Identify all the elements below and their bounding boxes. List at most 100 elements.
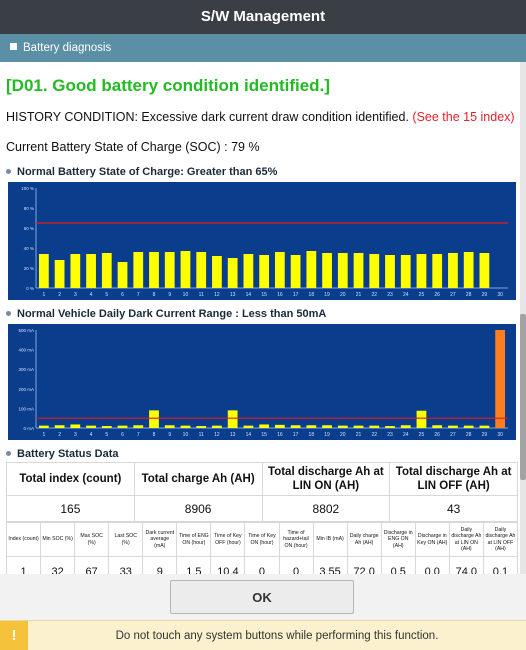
history-index-link[interactable]: (See the 15 index) <box>412 110 514 124</box>
chart-bar <box>290 425 301 428</box>
chart-bar <box>400 255 411 288</box>
chart-bar <box>448 425 458 428</box>
vertical-scrollbar[interactable] <box>520 62 526 574</box>
detail-header-cell: Max SOC (%) <box>74 522 110 557</box>
summary-value-row: 165 8906 8802 43 <box>6 495 518 522</box>
chart-bar <box>400 425 411 428</box>
x-tick-label: 27 <box>450 292 456 298</box>
y-tick-label: 0 % <box>26 286 34 291</box>
chart-bar <box>479 253 490 288</box>
x-tick-label: 17 <box>293 292 299 298</box>
x-tick-label: 20 <box>340 432 346 438</box>
detail-value-cell: 0 <box>244 556 280 574</box>
x-tick-label: 2 <box>58 292 61 298</box>
x-tick-label: 10 <box>183 432 189 438</box>
x-tick-label: 22 <box>371 292 377 298</box>
section-label: Battery diagnosis <box>23 42 112 54</box>
soc-chart-svg: 0 %20 %40 %60 %80 %100 %1 2 3 4 5 6 7 8 9 10 11 12 1… <box>21 186 508 298</box>
chart-bar <box>86 254 96 288</box>
x-tick-label: 5 <box>105 292 108 298</box>
chart-bar <box>196 426 207 428</box>
chart-bar <box>243 254 254 288</box>
chart-bar <box>259 255 270 288</box>
x-tick-label: 26 <box>434 292 440 298</box>
x-tick-label: 8 <box>153 432 156 438</box>
y-tick-label: 60 % <box>24 226 34 231</box>
chart-bar <box>117 425 128 428</box>
chart-bar <box>164 252 175 288</box>
x-tick-label: 25 <box>419 432 425 438</box>
chart-bar <box>385 255 395 288</box>
chart-bar <box>369 425 380 428</box>
chart-bar <box>432 254 443 288</box>
dark-current-chart-title-text: Normal Vehicle Daily Dark Current Range … <box>17 308 327 320</box>
chart-bar <box>70 424 81 428</box>
x-tick-label: 30 <box>497 432 503 438</box>
x-tick-label: 6 <box>121 292 124 298</box>
detail-header-cell: Dark current average (mA) <box>142 522 178 557</box>
detail-header-cell: Time of ENG ON (hour) <box>176 522 212 557</box>
x-tick-label: 18 <box>309 432 315 438</box>
chart-bar <box>353 425 364 428</box>
detail-value-cell: 1.5 <box>176 556 212 574</box>
chart-bar <box>495 330 506 428</box>
x-tick-label: 27 <box>450 432 456 438</box>
chart-bar <box>274 424 285 428</box>
x-tick-label: 29 <box>482 432 488 438</box>
x-tick-label: 4 <box>90 292 93 298</box>
y-tick-label: 100 % <box>21 186 34 191</box>
status-title-text: Battery Status Data <box>17 448 119 460</box>
detail-value-cell: 0.1 <box>482 556 518 574</box>
detail-header-cell: Daily charge Ah (AH) <box>346 522 382 557</box>
chart-bar <box>196 252 207 288</box>
x-tick-label: 8 <box>153 292 156 298</box>
x-tick-label: 23 <box>387 292 393 298</box>
chart-bar <box>369 254 380 288</box>
y-tick-label: 500 mA <box>18 328 34 333</box>
summary-header-cell: Total index (count) <box>6 462 135 496</box>
x-tick-label: 1 <box>42 432 45 438</box>
scrollbar-thumb[interactable] <box>520 314 526 480</box>
detail-value-cell: 0 <box>278 556 314 574</box>
ok-button[interactable]: OK <box>170 580 354 614</box>
x-tick-label: 16 <box>277 292 283 298</box>
chart-bar <box>54 425 65 428</box>
chart-bar <box>212 256 222 288</box>
x-tick-label: 12 <box>214 432 220 438</box>
chart-bar <box>86 425 96 428</box>
square-bullet-icon <box>10 43 17 51</box>
chart-bar <box>212 425 222 428</box>
detail-header-cell: Time of Key OFF (hour) <box>210 522 246 557</box>
detail-header-cell: Index (count) <box>5 522 42 557</box>
chart-bar <box>117 262 128 288</box>
chart-bar <box>180 425 191 428</box>
chart-bar <box>306 425 317 428</box>
x-tick-label: 5 <box>105 432 108 438</box>
x-tick-label: 29 <box>482 292 488 298</box>
detail-header-cell: Time of hazard+tail ON (hour) <box>278 522 314 557</box>
bullet-icon <box>6 168 11 174</box>
x-tick-label: 1 <box>42 292 45 298</box>
summary-header-cell: Total discharge Ah at LIN ON (AH) <box>261 462 391 496</box>
bullet-icon <box>6 450 11 456</box>
detail-header-cell: Min SOC (%) <box>40 522 76 557</box>
detail-value-cell: 0.0 <box>414 556 450 574</box>
x-tick-label: 13 <box>230 432 236 438</box>
detail-value-cell: 1 <box>5 556 42 574</box>
x-tick-label: 19 <box>324 292 330 298</box>
x-tick-label: 21 <box>356 292 362 298</box>
x-tick-label: 18 <box>309 292 315 298</box>
x-tick-label: 28 <box>466 292 472 298</box>
diagnosis-content[interactable]: [D01. Good battery condition identified.… <box>0 62 518 574</box>
bullet-icon <box>6 310 11 316</box>
x-tick-label: 9 <box>168 292 171 298</box>
x-tick-label: 3 <box>74 432 77 438</box>
detail-table: Index (count) Min SOC (%) Max SOC (%) Last … <box>5 522 518 574</box>
detail-value-cell: 10.4 <box>210 556 246 574</box>
chart-bar <box>416 254 427 288</box>
x-tick-label: 16 <box>277 432 283 438</box>
x-tick-label: 9 <box>168 432 171 438</box>
soc-chart-title: Normal Battery State of Charge: Greater … <box>6 166 277 178</box>
x-tick-label: 24 <box>403 432 409 438</box>
diagnosis-headline: [D01. Good battery condition identified.… <box>6 76 330 95</box>
